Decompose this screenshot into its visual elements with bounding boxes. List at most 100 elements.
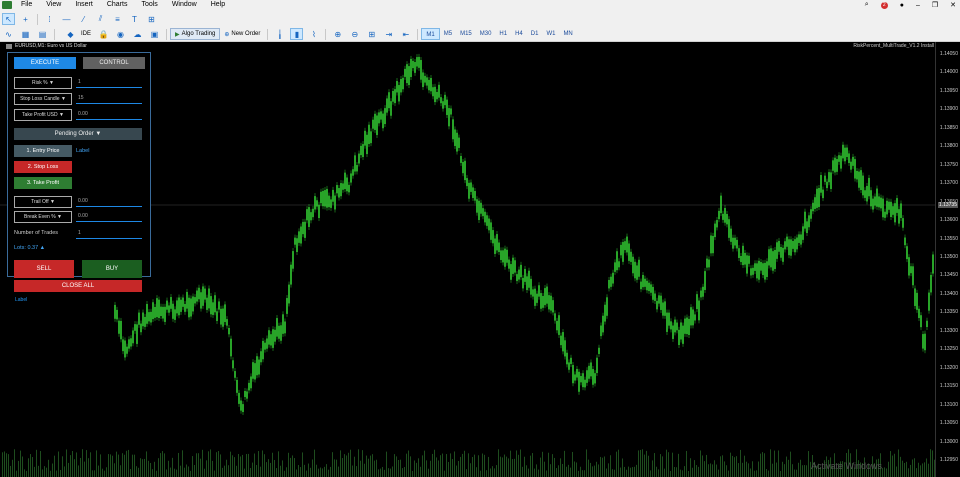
search-icon[interactable]: ⌕	[865, 1, 869, 9]
alerts-badge[interactable]: 2	[880, 1, 888, 9]
tf-w1[interactable]: W1	[542, 28, 559, 40]
tf-m1[interactable]: M1	[421, 28, 440, 40]
volume-bar	[694, 460, 695, 477]
channel-icon[interactable]: ⫽	[94, 13, 107, 25]
vps-icon[interactable]: ☁	[131, 28, 144, 40]
crosshair-icon[interactable]: +	[19, 13, 32, 25]
candle-body	[262, 340, 264, 360]
candles-icon[interactable]: ▮	[290, 28, 304, 40]
sell-button[interactable]: SELL	[14, 260, 74, 278]
candle-body	[500, 250, 502, 260]
user-icon[interactable]: ●	[900, 2, 904, 9]
pending-order-dropdown[interactable]: Pending Order ▼	[14, 128, 142, 140]
minimize-button[interactable]: –	[916, 2, 920, 9]
breakeven-input[interactable]: 0.00	[76, 211, 142, 222]
volume-bar	[244, 468, 245, 477]
grid-icon[interactable]: ⊞	[365, 28, 378, 40]
candle-body	[314, 196, 316, 210]
volume-bar	[90, 452, 91, 477]
chart-type-icon[interactable]: ∿	[2, 28, 15, 40]
market-icon[interactable]: ▣	[148, 28, 161, 40]
shapes-icon[interactable]: ⊞	[145, 13, 158, 25]
text-icon[interactable]: T	[128, 13, 141, 25]
algo-trading-button[interactable]: ▶ Algo Trading	[170, 28, 221, 40]
candle-body	[826, 181, 828, 189]
line-chart-icon[interactable]: ⌇	[307, 28, 320, 40]
stoploss-input[interactable]: 15	[76, 93, 142, 104]
stop-loss-button[interactable]: 2. Stop Loss	[14, 161, 72, 173]
volume-bar	[540, 457, 541, 477]
candle-body	[444, 94, 446, 106]
candle-body	[810, 209, 812, 219]
candle-body	[228, 327, 230, 335]
volume-bar	[162, 451, 163, 477]
trendline-icon[interactable]: ⁄	[77, 13, 90, 25]
risk-input[interactable]: 1	[76, 77, 142, 88]
tf-d1[interactable]: D1	[527, 28, 543, 40]
volume-bar	[348, 452, 349, 477]
trail-input[interactable]: 0.00	[76, 196, 142, 207]
volume-bar	[582, 470, 583, 477]
zoom-in-icon[interactable]: ⊕	[331, 28, 344, 40]
volume-bar	[606, 468, 607, 477]
volume-bar	[688, 470, 689, 477]
close-all-button[interactable]: CLOSE ALL	[14, 280, 142, 292]
new-order-button[interactable]: ⊕ New Order	[220, 28, 264, 40]
tf-mn[interactable]: MN	[559, 28, 576, 40]
tab-control[interactable]: CONTROL	[83, 57, 145, 69]
signals-icon[interactable]: ◉	[114, 28, 127, 40]
horizontal-line-icon[interactable]: —	[60, 13, 73, 25]
takeprofit-dropdown[interactable]: Take Profit USD ▼	[14, 109, 72, 121]
menu-view[interactable]: View	[40, 0, 69, 10]
shift-icon[interactable]: ⇤	[399, 28, 412, 40]
tf-h4[interactable]: H4	[511, 28, 527, 40]
number-of-trades-input[interactable]: 1	[76, 228, 142, 239]
tf-h1[interactable]: H1	[495, 28, 511, 40]
volume-bar	[390, 468, 391, 477]
candle-body	[178, 297, 180, 316]
buy-button[interactable]: BUY	[82, 260, 142, 278]
volume-bar	[518, 454, 519, 477]
candle-body	[856, 170, 858, 180]
tf-m5[interactable]: M5	[440, 28, 456, 40]
new-chart-icon[interactable]: ▦	[19, 28, 32, 40]
bar-chart-icon[interactable]: ╽	[273, 28, 286, 40]
profiles-icon[interactable]: ▤	[36, 28, 49, 40]
takeprofit-input[interactable]: 0.00	[76, 109, 142, 120]
candle-body	[152, 302, 154, 320]
tab-execute[interactable]: EXECUTE	[14, 57, 76, 69]
fibonacci-icon[interactable]: ≡	[111, 13, 124, 25]
menu-help[interactable]: Help	[205, 0, 233, 10]
volume-bar	[190, 470, 191, 477]
volume-bar	[502, 457, 503, 477]
candle-body	[268, 330, 270, 345]
take-profit-button[interactable]: 3. Take Profit	[14, 177, 72, 189]
risk-dropdown[interactable]: Risk % ▼	[14, 77, 72, 89]
zoom-out-icon[interactable]: ⊖	[348, 28, 361, 40]
tf-m15[interactable]: M15	[456, 28, 476, 40]
menu-insert[interactable]: Insert	[69, 0, 101, 10]
menu-tools[interactable]: Tools	[135, 0, 165, 10]
breakeven-dropdown[interactable]: Break Even % ▼	[14, 211, 72, 223]
entry-price-button[interactable]: 1. Entry Price	[14, 145, 72, 157]
tf-m30[interactable]: M30	[476, 28, 496, 40]
volume-bar	[18, 460, 19, 477]
menu-window[interactable]: Window	[166, 0, 205, 10]
ide-button[interactable]: ◆ IDE	[58, 28, 95, 40]
price-axis[interactable]: 1.14050 1.14000 1.13950 1.13900 1.13850 1.138…	[935, 42, 960, 477]
volume-bar	[364, 463, 365, 477]
candle-body	[930, 274, 932, 293]
menu-charts[interactable]: Charts	[101, 0, 136, 10]
menu-file[interactable]: File	[15, 0, 40, 10]
trail-dropdown[interactable]: Trail Off ▼	[14, 196, 72, 208]
stoploss-dropdown[interactable]: Stop Loss Candle ▼	[14, 93, 72, 105]
candle-body	[364, 130, 366, 146]
restore-button[interactable]: ❐	[932, 1, 938, 9]
close-button[interactable]: ✕	[950, 1, 956, 9]
vertical-line-icon[interactable]: ⁞	[43, 13, 56, 25]
cursor-icon[interactable]: ↖	[2, 13, 15, 25]
number-of-trades-label: Number of Trades	[14, 230, 59, 236]
lock-icon[interactable]: 🔒	[97, 28, 110, 40]
volume-bar	[804, 465, 805, 477]
autoscroll-icon[interactable]: ⇥	[382, 28, 395, 40]
